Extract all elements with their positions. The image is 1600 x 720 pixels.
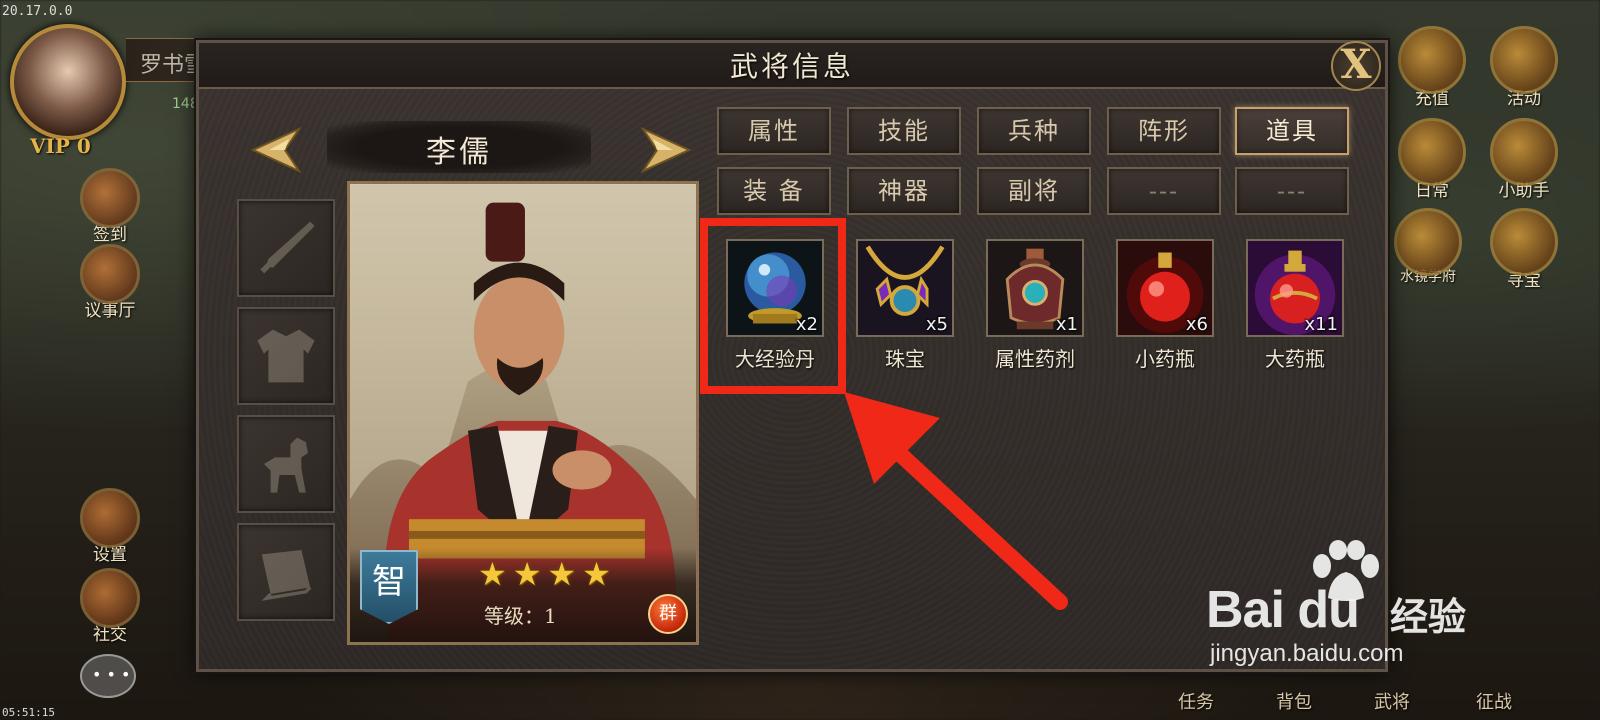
watermark-brand: Bai du xyxy=(1206,581,1360,639)
bottom-item-bag[interactable]: 背包 xyxy=(1276,688,1312,714)
dialog-title: 武将信息 xyxy=(729,50,854,83)
chat-bubble-icon[interactable] xyxy=(80,654,136,698)
tab-empty-1[interactable]: --- xyxy=(1107,167,1221,215)
menu-item-daily[interactable]: 日常 xyxy=(1392,118,1472,201)
tab-skills[interactable]: 技能 xyxy=(847,107,961,155)
watermark-url: jingyan.baidu.com xyxy=(1210,640,1404,667)
sidebar-item-sign-in[interactable]: 签到 xyxy=(76,168,144,245)
menu-item-academy[interactable]: 水镜学府 xyxy=(1388,208,1468,286)
equip-slot-book[interactable] xyxy=(237,523,335,621)
council-hall-icon xyxy=(80,244,140,304)
tab-equipment[interactable]: 装 备 xyxy=(717,167,831,215)
star-icon: ★ xyxy=(512,555,542,593)
dialog-header: 武将信息 xyxy=(199,43,1385,89)
star-rating: ★ ★ ★ ★ xyxy=(478,558,611,590)
star-icon: ★ xyxy=(547,555,577,593)
hero-name-banner: 李儒 xyxy=(327,121,591,173)
tab-attributes[interactable]: 属性 xyxy=(717,107,831,155)
gear-icon xyxy=(80,488,140,548)
equip-slot-armor[interactable] xyxy=(237,307,335,405)
chevron-right-icon xyxy=(640,126,692,174)
gold-ingot-icon xyxy=(1398,26,1466,94)
horse-icon xyxy=(264,437,308,493)
bottom-item-quests[interactable]: 任务 xyxy=(1178,688,1214,714)
red-arrow-icon xyxy=(844,392,1068,610)
menu-item-treasure[interactable]: 寻宝 xyxy=(1484,208,1564,291)
chevron-left-icon xyxy=(250,126,302,174)
menu-item-recharge[interactable]: 充值 xyxy=(1392,26,1472,109)
close-button[interactable]: X xyxy=(1331,41,1381,91)
baidu-watermark: Bai du 经验 jingyan.baidu.com xyxy=(1200,540,1500,680)
sidebar-item-social[interactable]: 社交 xyxy=(76,568,144,645)
item-count: x1 xyxy=(1055,314,1078,335)
vip-label: VIP 0 xyxy=(30,134,91,158)
sign-in-icon xyxy=(80,168,140,228)
tab-deputy[interactable]: 副将 xyxy=(977,167,1091,215)
item-icon-frame: x11 xyxy=(1246,239,1344,337)
item-name: 属性药剂 xyxy=(995,347,1075,371)
sidebar-item-settings[interactable]: 设置 xyxy=(76,488,144,565)
equip-slot-mount[interactable] xyxy=(237,415,335,513)
hero-name: 李儒 xyxy=(426,135,492,170)
item-slot-large-potion[interactable]: x11 大药瓶 xyxy=(1243,239,1347,372)
social-icon xyxy=(80,568,140,628)
book-icon xyxy=(261,550,312,601)
class-badge: 智 xyxy=(360,550,418,624)
item-slot-attribute-potion[interactable]: x1 属性药剂 xyxy=(983,239,1087,372)
item-name: 珠宝 xyxy=(885,347,925,371)
star-icon: ★ xyxy=(478,555,507,593)
star-icon: ★ xyxy=(582,555,611,593)
item-slot-jewelry[interactable]: x5 珠宝 xyxy=(853,239,957,372)
tab-troops[interactable]: 兵种 xyxy=(977,107,1091,155)
menu-item-events[interactable]: 活动 xyxy=(1484,26,1564,109)
armor-icon xyxy=(257,329,315,383)
treasure-chest-icon xyxy=(1490,208,1558,276)
clock-label: 05:51:15 xyxy=(2,706,55,719)
faction-badge: 群 xyxy=(648,594,688,634)
item-count: x5 xyxy=(925,314,948,335)
tab-empty-2[interactable]: --- xyxy=(1235,167,1349,215)
bottom-item-generals[interactable]: 武将 xyxy=(1374,688,1410,714)
academy-icon xyxy=(1394,208,1462,276)
hero-level: 等级：1 xyxy=(484,604,557,628)
tab-items[interactable]: 道具 xyxy=(1235,107,1349,155)
item-count: x11 xyxy=(1304,314,1338,335)
sidebar-item-council-hall[interactable]: 议事厅 xyxy=(76,244,144,321)
menu-item-helper[interactable]: 小助手 xyxy=(1484,118,1564,201)
prev-hero-button[interactable] xyxy=(245,125,302,175)
item-name: 小药瓶 xyxy=(1135,347,1195,371)
avatar[interactable] xyxy=(10,24,126,140)
item-icon-frame: x1 xyxy=(986,239,1084,337)
scroll-icon xyxy=(1398,118,1466,186)
hero-portrait: 智 ★ ★ ★ ★ 等级：1 群 xyxy=(347,181,699,645)
bottom-item-battle[interactable]: 征战 xyxy=(1476,688,1512,714)
gift-box-icon xyxy=(1490,26,1558,94)
next-hero-button[interactable] xyxy=(640,125,697,175)
tab-formation[interactable]: 阵形 xyxy=(1107,107,1221,155)
watermark-jingyan: 经验 xyxy=(1390,595,1467,639)
highlight-box xyxy=(700,218,846,394)
item-icon-frame: x6 xyxy=(1116,239,1214,337)
item-name: 大药瓶 xyxy=(1265,347,1325,371)
tab-artifact[interactable]: 神器 xyxy=(847,167,961,215)
helper-scroll-icon xyxy=(1490,118,1558,186)
sword-icon xyxy=(260,221,315,274)
item-slot-small-potion[interactable]: x6 小药瓶 xyxy=(1113,239,1217,372)
item-icon-frame: x5 xyxy=(856,239,954,337)
item-count: x6 xyxy=(1185,314,1208,335)
version-label: 20.17.0.0 xyxy=(2,4,73,19)
equip-slot-weapon[interactable] xyxy=(237,199,335,297)
